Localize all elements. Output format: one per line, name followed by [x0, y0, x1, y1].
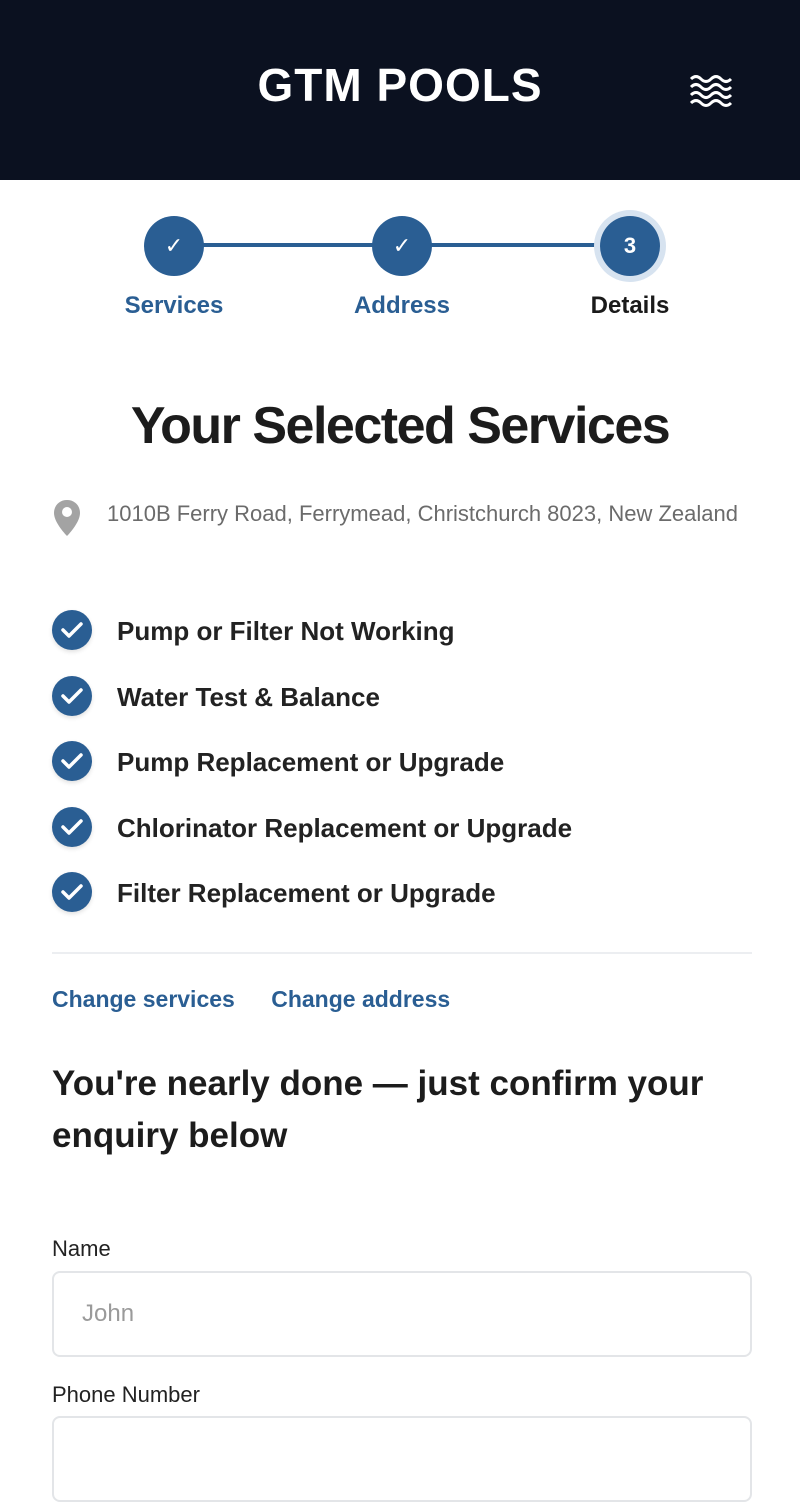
step-address-label[interactable]: Address: [302, 292, 502, 320]
list-item: Pump or Filter Not Working: [52, 610, 752, 676]
form-heading: You're nearly done — just confirm your e…: [52, 1064, 704, 1155]
step-details-marker: 3: [600, 216, 660, 276]
check-circle-icon: [52, 872, 92, 912]
map-pin-icon: [52, 498, 82, 538]
checkmark-icon: ✓: [392, 233, 412, 258]
name-input[interactable]: [52, 1271, 752, 1357]
service-name: Pump or Filter Not Working: [117, 616, 455, 646]
step-address-marker[interactable]: ✓: [372, 216, 432, 276]
step-number: 3: [623, 233, 637, 258]
service-address: 1010B Ferry Road, Ferrymead, Christchurc…: [107, 501, 738, 526]
change-links: Change services Change address: [52, 986, 480, 1013]
service-name: Pump Replacement or Upgrade: [117, 747, 505, 777]
service-name: Water Test & Balance: [117, 681, 380, 712]
list-item: Chlorinator Replacement or Upgrade: [52, 806, 752, 873]
page-title: Your Selected Services: [130, 397, 671, 455]
change-services-link[interactable]: Change services: [52, 986, 235, 1012]
check-circle-icon: [52, 741, 92, 781]
list-item: Filter Replacement or Upgrade: [52, 872, 752, 938]
selected-services-list: Pump or Filter Not Working Water Test & …: [52, 610, 752, 938]
divider: [52, 952, 752, 954]
change-address-link[interactable]: Change address: [271, 986, 450, 1012]
waves-menu-icon[interactable]: [688, 70, 736, 110]
list-item: Pump Replacement or Upgrade: [52, 741, 752, 807]
service-name: Chlorinator Replacement or Upgrade: [117, 812, 573, 843]
name-label: Name: [52, 1236, 111, 1261]
brand-logo[interactable]: GTM POOLS: [0, 58, 800, 112]
step-details-label: Details: [590, 292, 670, 319]
check-circle-icon: [52, 675, 92, 716]
step-services-label[interactable]: Services: [74, 292, 274, 320]
step-services-marker[interactable]: ✓: [144, 216, 204, 276]
phone-input[interactable]: [52, 1416, 752, 1502]
service-name: Filter Replacement or Upgrade: [117, 878, 496, 908]
site-header: GTM POOLS: [0, 0, 800, 180]
check-circle-icon: [52, 806, 92, 847]
checkmark-icon: ✓: [164, 233, 184, 258]
phone-label: Phone Number: [52, 1382, 200, 1407]
check-circle-icon: [52, 610, 92, 650]
list-item: Water Test & Balance: [52, 675, 752, 742]
